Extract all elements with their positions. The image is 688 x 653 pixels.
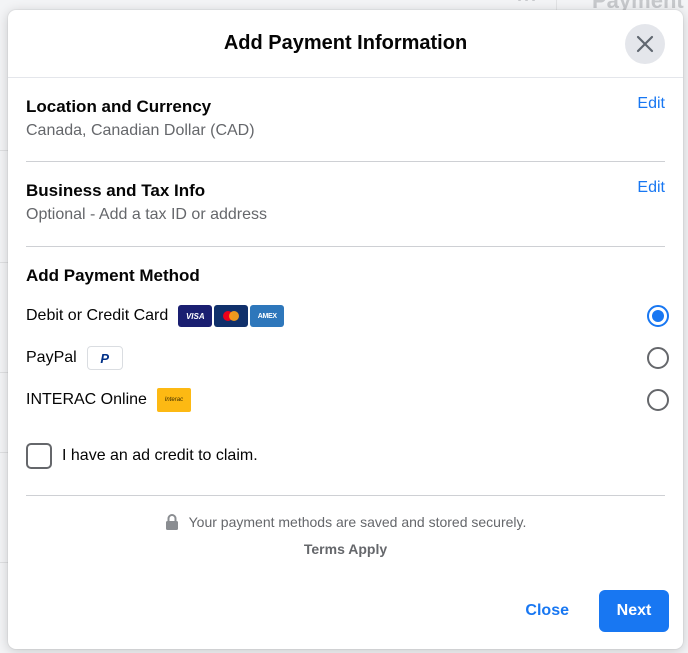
section-subtitle: Optional - Add a tax ID or address: [26, 206, 268, 223]
dialog-footer: Close Next: [505, 590, 669, 632]
visa-logo-icon: VISA: [178, 305, 213, 327]
ad-credit-checkbox[interactable]: [26, 443, 52, 469]
payment-method-options: Debit or Credit Card VISA AMEX PayPal P …: [26, 295, 669, 421]
ad-credit-label: I have an ad credit to claim.: [62, 447, 258, 464]
close-button[interactable]: Close: [505, 592, 589, 630]
background-line: [0, 562, 8, 563]
divider: [26, 495, 665, 496]
payment-option-paypal[interactable]: PayPal P: [26, 337, 669, 379]
radio-interac[interactable]: [647, 389, 669, 411]
section-subtitle: Canada, Canadian Dollar (CAD): [26, 122, 255, 139]
background-line: [0, 262, 8, 263]
terms-apply-link[interactable]: Terms Apply: [26, 541, 665, 557]
radio-paypal[interactable]: [647, 347, 669, 369]
mastercard-logo-icon: [214, 305, 249, 327]
dialog-title: Add Payment Information: [223, 32, 468, 54]
close-dialog-button[interactable]: [625, 24, 665, 64]
ad-credit-row[interactable]: I have an ad credit to claim.: [26, 441, 665, 471]
payment-option-card[interactable]: Debit or Credit Card VISA AMEX: [26, 295, 669, 337]
edit-location-link[interactable]: Edit: [637, 95, 665, 113]
option-label: INTERAC Online: [26, 391, 147, 408]
security-notice: Your payment methods are saved and store…: [26, 514, 665, 557]
add-payment-dialog: Add Payment Information Location and Cur…: [8, 10, 683, 649]
security-message: Your payment methods are saved and store…: [188, 514, 527, 530]
dialog-header: Add Payment Information: [8, 10, 683, 78]
edit-business-link[interactable]: Edit: [637, 179, 665, 197]
background-line: [0, 372, 8, 373]
close-icon: [636, 35, 654, 53]
lock-icon: [165, 514, 178, 530]
payment-option-interac[interactable]: INTERAC Online Interac: [26, 379, 669, 421]
background-divider: [556, 0, 557, 10]
option-label: PayPal: [26, 349, 77, 366]
radio-card[interactable]: [647, 305, 669, 327]
business-tax-section: Business and Tax Info Optional - Add a t…: [26, 162, 665, 247]
location-currency-section: Location and Currency Canada, Canadian D…: [26, 78, 665, 162]
background-line: [0, 150, 8, 151]
amex-logo-icon: AMEX: [250, 305, 285, 327]
paypal-logo-icon: P: [86, 346, 123, 370]
section-title: Business and Tax Info: [26, 181, 206, 200]
background-line: [0, 452, 8, 453]
payment-method-title: Add Payment Method: [26, 266, 200, 285]
section-title: Location and Currency: [26, 97, 212, 116]
option-label: Debit or Credit Card: [26, 307, 169, 324]
next-button[interactable]: Next: [599, 590, 669, 632]
interac-logo-icon: Interac: [156, 388, 191, 412]
